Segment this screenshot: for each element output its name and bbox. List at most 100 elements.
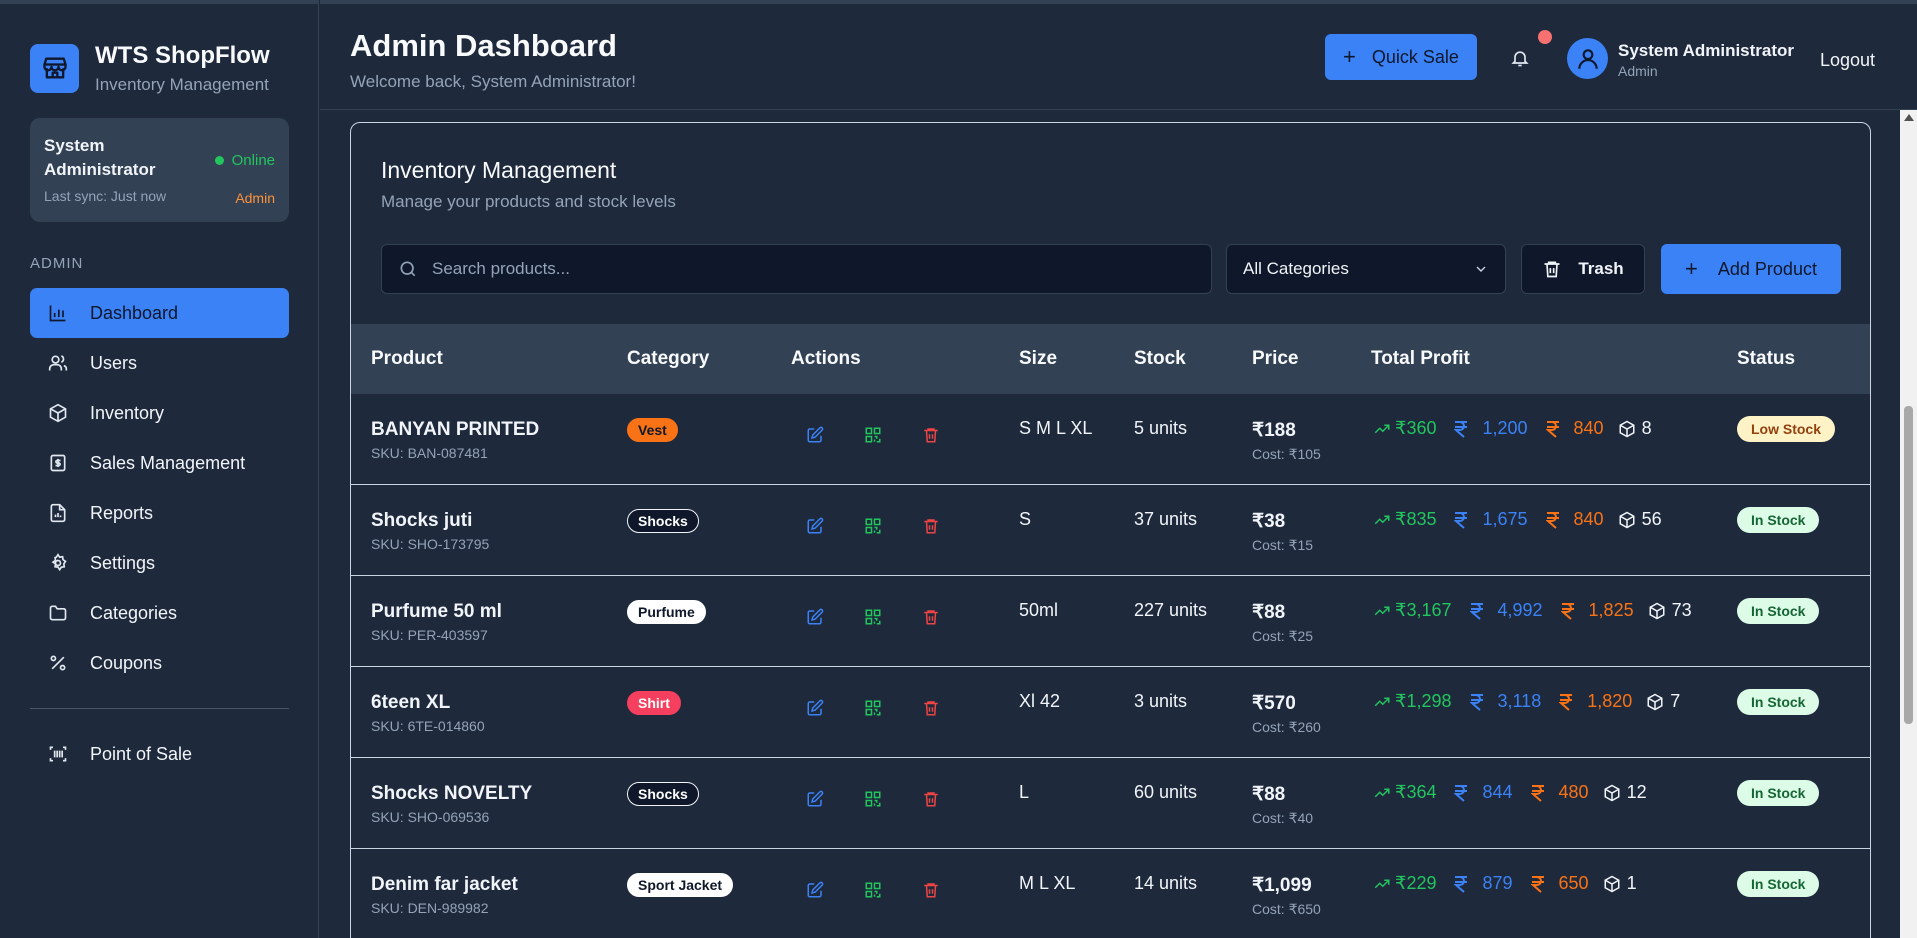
avatar[interactable]: [1567, 38, 1608, 79]
edit-icon[interactable]: [806, 608, 824, 626]
package-icon: [1618, 511, 1636, 529]
edit-icon[interactable]: [806, 790, 824, 808]
qr-code-icon[interactable]: [864, 608, 882, 626]
notification-dot: [1538, 30, 1552, 44]
profit-cell: ₹229 879 650 1: [1373, 873, 1637, 894]
sidebar-item-label: Inventory: [90, 402, 165, 423]
delete-icon[interactable]: [922, 608, 940, 626]
logout-button[interactable]: Logout: [1820, 50, 1875, 71]
qr-code-icon[interactable]: [864, 881, 882, 899]
product-cell: Shocks NOVELTY SKU: SHO-069536: [371, 783, 532, 825]
profit-cell: ₹835 1,675 840 56: [1373, 509, 1662, 530]
revenue-value: 1,675: [1482, 509, 1528, 529]
profit-value: ₹229: [1395, 873, 1437, 893]
product-name: Shocks juti: [371, 510, 473, 531]
sidebar-item-sales-management[interactable]: Sales Management: [30, 438, 289, 488]
edit-icon[interactable]: [806, 426, 824, 444]
sidebar-item-inventory[interactable]: Inventory: [30, 388, 289, 438]
gear-icon: [51, 553, 67, 572]
status-badge: In Stock: [1737, 598, 1820, 624]
search-input[interactable]: [432, 259, 1192, 279]
column-header-status[interactable]: Status: [1737, 324, 1795, 394]
users-icon: [48, 355, 68, 371]
category-select[interactable]: All Categories: [1226, 244, 1506, 294]
column-header-stock[interactable]: Stock: [1134, 324, 1186, 394]
stock-value: 227 units: [1134, 600, 1208, 620]
column-header-category[interactable]: Category: [627, 324, 709, 394]
trash-button[interactable]: Trash: [1521, 244, 1645, 294]
sidebar-item-dashboard[interactable]: Dashboard: [30, 288, 289, 338]
edit-icon[interactable]: [806, 881, 824, 899]
sidebar-item-label: Users: [90, 352, 138, 373]
inventory-subtitle: Manage your products and stock levels: [381, 192, 676, 211]
size-value: M L XL: [1019, 873, 1076, 893]
plus-icon: +: [1685, 256, 1698, 281]
qr-code-icon[interactable]: [864, 426, 882, 444]
category-badge: Shocks: [627, 782, 699, 806]
sidebar-item-settings[interactable]: Settings: [30, 538, 289, 588]
cost-value: Cost: ₹40: [1252, 810, 1314, 826]
sidebar-item-point-of-sale[interactable]: Point of Sale: [30, 729, 289, 779]
category-badge: Shirt: [627, 691, 681, 715]
revenue-value: 1,200: [1482, 418, 1528, 438]
delete-icon[interactable]: [922, 699, 940, 717]
expense-value: 1,820: [1587, 691, 1633, 711]
quantity-sold-value: 73: [1671, 600, 1692, 620]
qr-code-icon[interactable]: [864, 517, 882, 535]
sidebar-item-reports[interactable]: Reports: [30, 488, 289, 538]
column-header-product[interactable]: Product: [371, 324, 443, 394]
brand-subtitle: Inventory Management: [95, 74, 269, 94]
inventory-title: Inventory Management: [381, 157, 617, 183]
column-header-size[interactable]: Size: [1019, 324, 1057, 394]
delete-icon[interactable]: [922, 881, 940, 899]
folder-icon: [49, 605, 67, 621]
category-badge: Purfume: [627, 600, 706, 624]
product-sku: SKU: SHO-069536: [371, 809, 490, 825]
percent-icon: [50, 655, 66, 671]
scroll-up-arrow-icon[interactable]: [1904, 114, 1914, 121]
cost-value: Cost: ₹15: [1252, 537, 1314, 553]
edit-icon[interactable]: [806, 699, 824, 717]
qr-code-icon[interactable]: [864, 790, 882, 808]
sidebar-item-users[interactable]: Users: [30, 338, 289, 388]
rupee-icon: [1469, 693, 1484, 711]
delete-icon[interactable]: [922, 517, 940, 535]
chevron-down-icon: [1476, 266, 1486, 272]
profit-cell: ₹364 844 480 12: [1373, 782, 1647, 803]
quantity-sold-value: 8: [1641, 418, 1652, 438]
add-product-button[interactable]: + Add Product: [1661, 244, 1841, 294]
scrollbar[interactable]: [1900, 110, 1917, 938]
scroll-thumb[interactable]: [1904, 406, 1913, 724]
delete-icon[interactable]: [922, 790, 940, 808]
qr-code-icon[interactable]: [864, 699, 882, 717]
category-badge: Sport Jacket: [627, 873, 734, 897]
delete-icon[interactable]: [922, 426, 940, 444]
trending-up-icon: [1373, 511, 1391, 529]
sidebar-item-categories[interactable]: Categories: [30, 588, 289, 638]
cost-value: Cost: ₹25: [1252, 628, 1314, 644]
row-actions: [806, 790, 980, 808]
edit-icon[interactable]: [806, 517, 824, 535]
price-value: ₹88: [1252, 602, 1286, 623]
product-cell: 6teen XL SKU: 6TE-014860: [371, 692, 485, 734]
page-title: Admin Dashboard: [350, 28, 617, 63]
sidebar-item-label: Settings: [90, 552, 156, 573]
rupee-icon: [1545, 511, 1560, 529]
quantity-sold-value: 1: [1626, 873, 1637, 893]
package-icon: [1603, 784, 1621, 802]
quick-sale-label: Quick Sale: [1371, 46, 1459, 67]
user-card: System Administrator Last sync: Just now…: [30, 118, 289, 222]
plus-icon: +: [1343, 44, 1356, 69]
size-value: S M L XL: [1019, 418, 1093, 438]
notifications-bell-icon[interactable]: [1510, 48, 1530, 73]
package-icon: [1603, 875, 1621, 893]
inventory-card: Inventory Management Manage your product…: [350, 122, 1871, 938]
column-header-total-profit[interactable]: Total Profit: [1371, 324, 1470, 394]
column-header-price[interactable]: Price: [1252, 324, 1298, 394]
rupee-icon: [1530, 875, 1545, 893]
sidebar-item-label: Point of Sale: [90, 743, 193, 764]
sidebar-item-coupons[interactable]: Coupons: [30, 638, 289, 688]
brand-title: WTS ShopFlow: [95, 41, 270, 69]
quick-sale-button[interactable]: + Quick Sale: [1325, 34, 1477, 80]
package-icon: [1646, 693, 1664, 711]
